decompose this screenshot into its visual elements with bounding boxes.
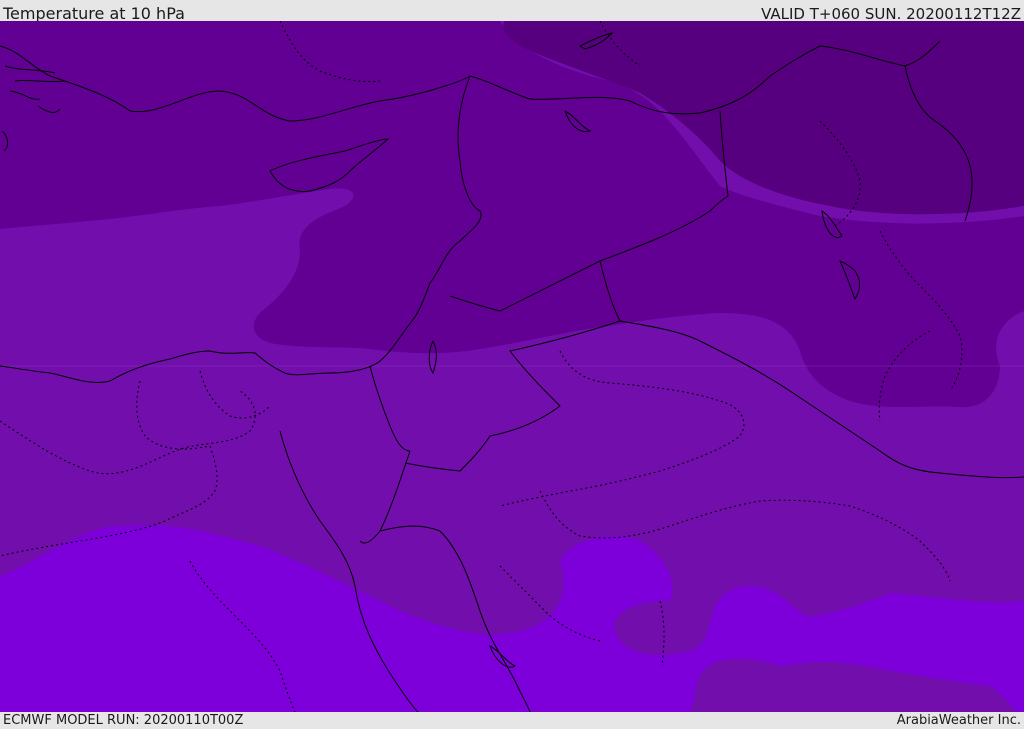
model-run-label: ECMWF MODEL RUN: 20200110T00Z	[3, 713, 244, 728]
weather-map-frame: Temperature at 10 hPa VALID T+060 SUN. 2…	[0, 0, 1024, 729]
header-bar: Temperature at 10 hPa VALID T+060 SUN. 2…	[0, 0, 1024, 23]
footer-bar: ECMWF MODEL RUN: 20200110T00Z ArabiaWeat…	[0, 712, 1024, 729]
credit-label: ArabiaWeather Inc.	[896, 713, 1021, 728]
temperature-map	[0, 21, 1024, 712]
map-canvas	[0, 21, 1024, 712]
